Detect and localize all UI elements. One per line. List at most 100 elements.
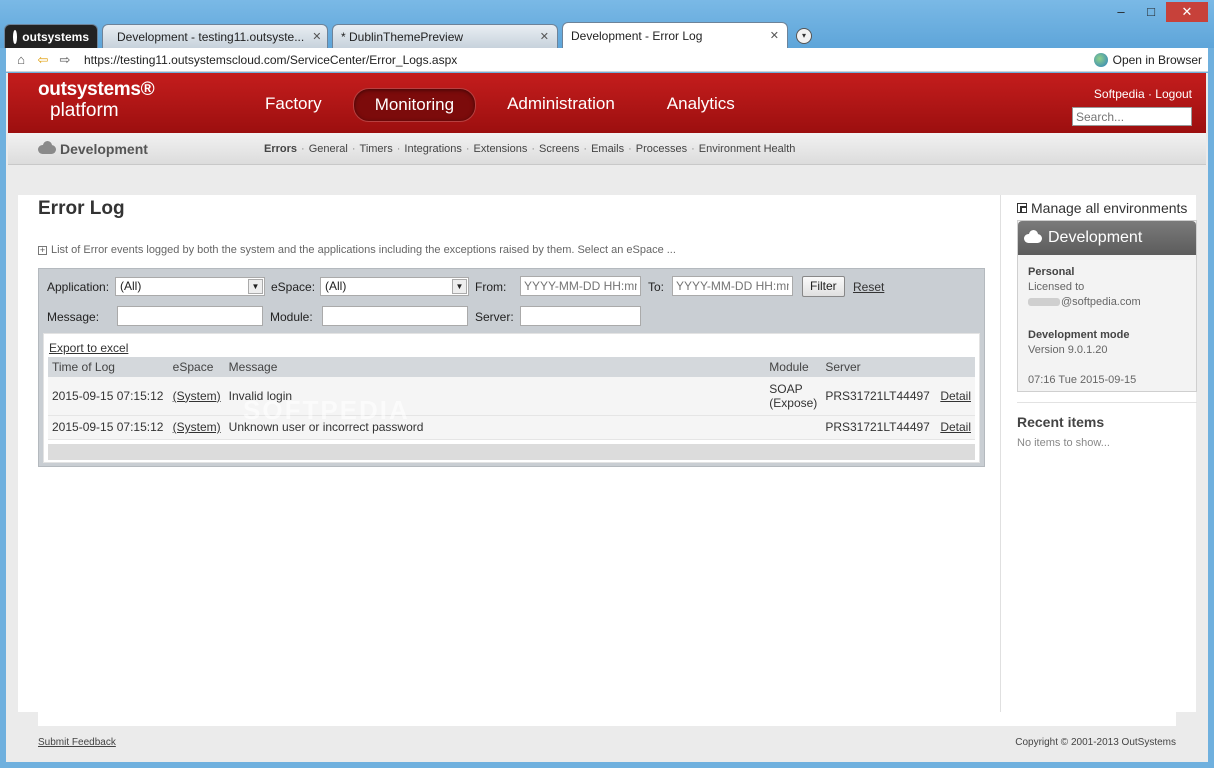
licensed-to-label: Licensed to	[1028, 281, 1085, 293]
app-header: outsystems® platform Factory Monitoring …	[8, 73, 1206, 133]
espace-link[interactable]: (System)	[173, 420, 221, 434]
plan-name: Personal	[1028, 266, 1075, 278]
back-arrow-icon[interactable]: ⇦	[34, 52, 52, 68]
export-to-excel-link[interactable]: Export to excel	[49, 341, 128, 355]
espace-link[interactable]: (System)	[173, 389, 221, 403]
detail-link[interactable]: Detail	[940, 420, 971, 434]
message-input[interactable]	[117, 306, 263, 326]
server-input[interactable]	[520, 306, 641, 326]
tab-outsystems[interactable]: outsystems	[4, 24, 98, 48]
manage-label: Manage all environments	[1031, 200, 1188, 216]
email-domain: @softpedia.com	[1061, 296, 1141, 308]
window-titlebar: – □ ✕ outsystems Development - testing11…	[0, 0, 1214, 48]
column-header[interactable]: eSpace	[168, 357, 225, 377]
reset-link[interactable]: Reset	[853, 280, 884, 294]
forward-arrow-icon[interactable]: ⇨	[56, 52, 74, 68]
filter-button[interactable]: Filter	[802, 276, 845, 297]
column-header[interactable]: Time of Log	[48, 357, 169, 377]
open-in-browser-button[interactable]: Open in Browser	[1093, 52, 1202, 67]
window-controls: – □ ✕	[1106, 2, 1208, 22]
tab-development-home[interactable]: Development - testing11.outsyste... ✕	[102, 24, 328, 48]
main-panel: Error Log + List of Error events logged …	[18, 195, 1000, 712]
module-input[interactable]	[322, 306, 468, 326]
header-search-input[interactable]	[1072, 107, 1192, 126]
watermark: SOFTPEDIA	[243, 395, 410, 425]
browser-tabs: outsystems Development - testing11.outsy…	[4, 22, 812, 48]
tab-error-log[interactable]: Development - Error Log ✕	[562, 22, 788, 48]
close-tab-icon[interactable]: ✕	[762, 29, 779, 42]
tab-label: Development - testing11.outsyste...	[117, 29, 305, 44]
minimize-button[interactable]: –	[1106, 2, 1136, 22]
tab-screens[interactable]: Screens	[539, 143, 579, 155]
maximize-button[interactable]: □	[1136, 2, 1166, 22]
column-header[interactable]: Message	[224, 357, 766, 377]
outsystems-logo-icon	[13, 29, 18, 44]
nav-analytics[interactable]: Analytics	[646, 88, 756, 122]
chevron-down-icon: ▼	[248, 279, 263, 294]
blurred-username	[1028, 298, 1060, 306]
mode-label: Development mode	[1028, 329, 1130, 341]
page-title: Error Log	[38, 198, 125, 219]
link-separator: ·	[1144, 87, 1156, 101]
submit-feedback-link[interactable]: Submit Feedback	[38, 737, 116, 748]
close-tab-icon[interactable]: ✕	[532, 30, 549, 43]
divider	[1017, 402, 1197, 403]
from-label: From:	[475, 280, 507, 294]
filter-panel: Application: (All) ▼ eSpace: (All) ▼ Fro…	[38, 268, 985, 467]
results-panel: Export to excel Time of Log eSpace Messa…	[43, 333, 980, 463]
error-log-table: Time of Log eSpace Message Module Server…	[48, 357, 975, 440]
module-label: Module:	[270, 310, 313, 324]
expand-plus-icon[interactable]: +	[38, 245, 47, 255]
nav-factory[interactable]: Factory	[244, 88, 343, 122]
tab-timers[interactable]: Timers	[360, 143, 393, 155]
monitoring-tabs: Errors · General · Timers · Integrations · E…	[264, 143, 796, 155]
message-label: Message:	[47, 310, 100, 324]
to-date-input[interactable]	[672, 276, 793, 296]
tab-dublin-theme-preview[interactable]: * DublinThemePreview ✕	[332, 24, 558, 48]
nav-monitoring[interactable]: Monitoring	[352, 88, 477, 122]
server-cell: PRS31721LT44497	[821, 415, 937, 440]
environment-card-title: Development	[1048, 229, 1143, 246]
close-tab-icon[interactable]: ✕	[304, 30, 321, 43]
side-panel: Manage all environments Development Pers…	[1000, 195, 1197, 712]
tab-general[interactable]: General	[309, 143, 348, 155]
close-window-button[interactable]: ✕	[1166, 2, 1208, 22]
logo-line-2: platform	[50, 100, 119, 121]
server-label: Server:	[475, 310, 514, 324]
application-select[interactable]: (All) ▼	[115, 277, 265, 296]
tab-emails[interactable]: Emails	[591, 143, 624, 155]
detail-link[interactable]: Detail	[940, 389, 971, 403]
espace-value: (All)	[325, 279, 347, 293]
tab-integrations[interactable]: Integrations	[404, 143, 461, 155]
application-value: (All)	[120, 279, 142, 293]
license-email: @softpedia.com	[1028, 296, 1141, 308]
tab-processes[interactable]: Processes	[636, 143, 687, 155]
espace-label: eSpace:	[271, 280, 316, 294]
column-header[interactable]: Module	[765, 357, 822, 377]
tab-list-dropdown-icon[interactable]: ▾	[796, 28, 812, 44]
environment-card-header: Development	[1018, 221, 1196, 255]
manage-all-environments-link[interactable]: Manage all environments	[1017, 200, 1187, 216]
description-text: List of Error events logged by both the …	[51, 244, 676, 256]
column-header[interactable]: Server	[821, 357, 937, 377]
page-description: + List of Error events logged by both th…	[38, 244, 676, 256]
external-link-icon	[1017, 203, 1027, 213]
outsystems-platform-logo[interactable]: outsystems® platform	[38, 79, 155, 121]
application-label: Application:	[47, 280, 110, 294]
server-cell: PRS31721LT44497	[821, 377, 937, 416]
from-date-input[interactable]	[520, 276, 641, 296]
logout-link[interactable]: Logout	[1155, 87, 1192, 101]
tab-environment-health[interactable]: Environment Health	[699, 143, 796, 155]
home-icon[interactable]: ⌂	[12, 52, 30, 67]
cloud-icon	[38, 140, 56, 154]
environment-name: Development	[38, 140, 148, 157]
environment-card: Development Personal Licensed to @softpe…	[1017, 220, 1197, 392]
tab-extensions[interactable]: Extensions	[474, 143, 528, 155]
main-nav: Factory Monitoring Administration Analyt…	[244, 88, 766, 122]
cloud-icon	[1024, 229, 1042, 243]
espace-select[interactable]: (All) ▼	[320, 277, 469, 296]
nav-administration[interactable]: Administration	[486, 88, 636, 122]
tab-errors[interactable]: Errors	[264, 143, 297, 155]
user-link[interactable]: Softpedia	[1094, 87, 1145, 101]
url-field[interactable]: https://testing11.outsystemscloud.com/Se…	[84, 53, 457, 67]
